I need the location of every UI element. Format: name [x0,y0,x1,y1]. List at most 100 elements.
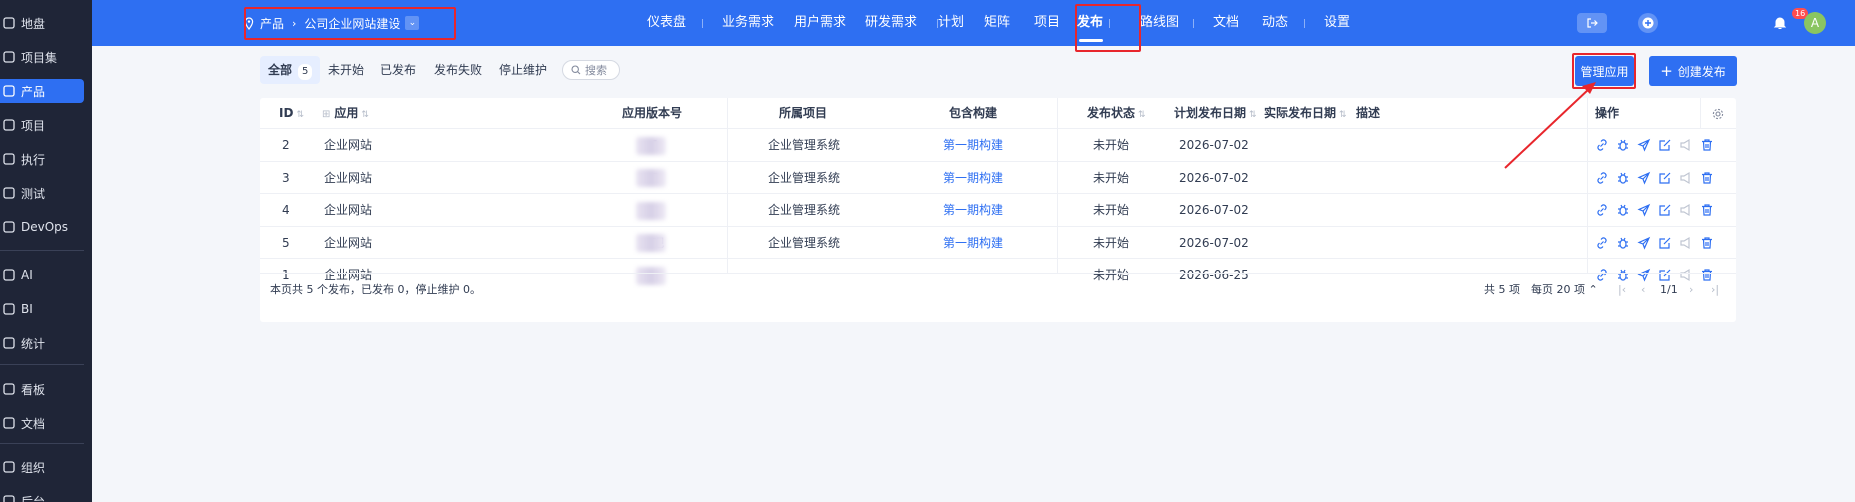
notice-icon[interactable] [1679,236,1693,250]
exit-fullscreen-button[interactable] [1577,13,1607,33]
nav-tab-11[interactable]: 设置 [1324,0,1350,46]
nav-tab-2[interactable]: 用户需求 [794,0,846,46]
send-icon[interactable] [1637,203,1651,217]
trash-icon[interactable] [1700,236,1714,250]
sidebar-item-7[interactable]: AI [0,263,84,287]
column-header-app[interactable]: ⊞ 应用 ⇅ [322,98,369,128]
sidebar-item-label: 组织 [21,460,46,475]
column-header-desc: 描述 [1356,106,1381,120]
run-icon [2,152,16,166]
nav-divider [1304,19,1305,28]
sidebar-item-11[interactable]: 文档 [0,411,84,435]
table-row[interactable]: 5 企业网站 吧 企业管理系统 第一期构建 未开始 2026-07-02 [260,225,1736,259]
edit-icon[interactable] [1658,171,1672,185]
filter-tab-0[interactable]: 全部 5 [260,56,321,84]
link-icon[interactable] [1595,171,1609,185]
cell-builds[interactable]: 第一期构建 [943,162,1003,194]
send-icon[interactable] [1637,138,1651,152]
filter-tab-4[interactable]: 停止维护 [499,56,547,84]
column-header-id[interactable]: ID ⇅ [279,98,304,128]
column-header-status[interactable]: 发布状态 ⇅ [1087,98,1146,128]
nav-tab-0[interactable]: 仪表盘 [647,0,686,46]
manage-app-button[interactable]: 管理应用 [1575,56,1634,86]
sidebar-item-10[interactable]: 看板 [0,377,84,401]
filter-tab-label: 停止维护 [499,63,548,77]
send-icon[interactable] [1637,171,1651,185]
bug-icon[interactable] [1616,138,1630,152]
product-pin-icon [2,84,16,98]
notice-icon[interactable] [1679,203,1693,217]
next-page-button[interactable]: › [1689,274,1693,306]
sort-icon: ⇅ [296,110,304,120]
bug-icon[interactable] [1616,171,1630,185]
cell-builds[interactable]: 第一期构建 [943,194,1003,226]
per-page-select[interactable]: 每页 20 项 ⌃ [1531,274,1598,306]
column-header-actual-date[interactable]: 实际发布日期 ⇅ [1264,98,1347,128]
sidebar-item-2[interactable]: 产品 [0,79,84,103]
link-icon[interactable] [1595,138,1609,152]
sidebar-item-label: 文档 [21,416,46,431]
cell-status: 未开始 [1093,235,1130,250]
nav-tab-9[interactable]: 文档 [1213,0,1239,46]
sidebar-item-label: 看板 [21,382,46,397]
cell-status: 未开始 [1093,170,1130,185]
grid-icon [2,50,16,64]
filter-tab-3[interactable]: 发布失败 [434,56,482,84]
nav-tab-4[interactable]: 计划 [938,0,964,46]
cell-plan-date: 2026-07-02 [1179,235,1249,250]
column-settings-button[interactable] [1712,98,1724,128]
edit-icon[interactable] [1658,138,1672,152]
nav-tab-8[interactable]: 路线图 [1140,0,1179,46]
prev-page-button[interactable]: ‹ [1641,274,1645,306]
link-icon[interactable] [1595,203,1609,217]
edit-icon[interactable] [1658,236,1672,250]
sidebar-item-13[interactable]: 后台 [0,489,84,502]
table-row[interactable]: 3 企业网站 2 企业管理系统 第一期构建 未开始 2026-07-02 [260,160,1736,194]
notice-icon[interactable] [1679,171,1693,185]
filter-tab-2[interactable]: 已发布 [380,56,416,84]
sidebar-item-1[interactable]: 项目集 [0,45,84,69]
sidebar-item-8[interactable]: BI [0,297,84,321]
search-button[interactable]: 搜索 [562,60,620,80]
edit-icon[interactable] [1658,203,1672,217]
sidebar-item-6[interactable]: DevOps [0,215,84,239]
avatar[interactable]: A [1804,12,1826,34]
first-page-button[interactable]: |‹ [1618,274,1626,306]
sidebar-item-0[interactable]: 地盘 [0,11,84,35]
cell-builds[interactable]: 第一期构建 [943,129,1003,161]
sidebar-item-9[interactable]: 统计 [0,331,84,355]
create-release-button[interactable]: + 创建发布 [1649,56,1737,86]
row-actions [1595,227,1721,259]
nav-tab-1[interactable]: 业务需求 [722,0,774,46]
bug-icon[interactable] [1616,203,1630,217]
trash-icon[interactable] [1700,171,1714,185]
trash-icon[interactable] [1700,203,1714,217]
sidebar-item-5[interactable]: 测试 [0,181,84,205]
cell-builds[interactable]: 第一期构建 [943,227,1003,259]
sidebar-item-4[interactable]: 执行 [0,147,84,171]
notice-icon[interactable] [1679,138,1693,152]
sidebar-item-3[interactable]: 项目 [0,113,84,137]
link-icon[interactable] [1595,236,1609,250]
send-icon[interactable] [1637,236,1651,250]
last-page-button[interactable]: ›| [1711,274,1719,306]
notification-button[interactable] [1770,13,1790,33]
total-count: 共 5 项 [1484,283,1520,296]
column-header-plan-date[interactable]: 计划发布日期 ⇅ [1174,98,1257,128]
column-header-builds: 包含构建 [949,106,998,120]
table-row[interactable]: 4 企业网站 企业管理系统 第一期构建 未开始 2026-07-02 [260,193,1736,225]
sidebar-item-label: 统计 [21,336,46,351]
filter-tab-1[interactable]: 未开始 [328,56,364,84]
trash-icon[interactable] [1700,138,1714,152]
nav-tab-6[interactable]: 项目 [1034,0,1060,46]
nav-tab-3[interactable]: 研发需求 [865,0,917,46]
sort-icon: ⇅ [361,110,369,120]
sidebar-item-label: 项目 [21,118,46,133]
nav-tab-10[interactable]: 动态 [1262,0,1288,46]
sidebar-item-12[interactable]: 组织 [0,455,84,479]
table-row[interactable]: 2 企业网站 1 企业管理系统 第一期构建 未开始 2026-07-02 [260,128,1736,160]
nav-tab-5[interactable]: 矩阵 [984,0,1010,46]
sidebar-divider [0,364,84,365]
add-button[interactable] [1638,13,1658,33]
bug-icon[interactable] [1616,236,1630,250]
